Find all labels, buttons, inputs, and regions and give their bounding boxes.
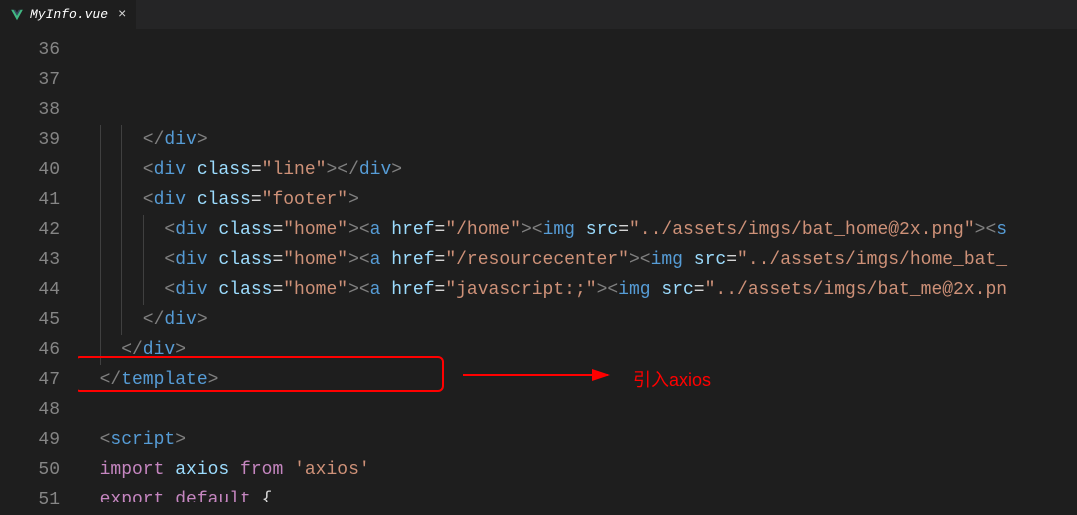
- line-number: 45: [0, 305, 60, 335]
- line-number: 48: [0, 395, 60, 425]
- vue-icon: [10, 8, 24, 22]
- annotation-label: 引入axios: [633, 366, 711, 392]
- code-line[interactable]: export default {: [78, 485, 1077, 502]
- code-area[interactable]: 引入axios </div><div class="line"></div><d…: [78, 30, 1077, 502]
- line-number: 36: [0, 35, 60, 65]
- line-number: 40: [0, 155, 60, 185]
- tab-myinfo[interactable]: MyInfo.vue ×: [0, 0, 137, 29]
- line-number: 46: [0, 335, 60, 365]
- close-icon[interactable]: ×: [118, 7, 126, 23]
- line-number: 49: [0, 425, 60, 455]
- code-line[interactable]: <div class="line"></div>: [78, 155, 1077, 185]
- code-line[interactable]: <div class="home"><a href="/resourcecent…: [78, 245, 1077, 275]
- code-editor[interactable]: 36373839404142434445464748495051 引入axios…: [0, 30, 1077, 502]
- line-number: 43: [0, 245, 60, 275]
- tab-bar: MyInfo.vue ×: [0, 0, 1077, 30]
- line-number: 47: [0, 365, 60, 395]
- line-number: 51: [0, 485, 60, 515]
- code-line[interactable]: <div class="footer">: [78, 185, 1077, 215]
- code-line[interactable]: <div class="home"><a href="javascript:;"…: [78, 275, 1077, 305]
- tab-label: MyInfo.vue: [30, 7, 108, 22]
- code-line[interactable]: </template>: [78, 365, 1077, 395]
- line-number: 38: [0, 95, 60, 125]
- code-line[interactable]: <div class="home"><a href="/home"><img s…: [78, 215, 1077, 245]
- code-line[interactable]: import axios from 'axios': [78, 455, 1077, 485]
- line-number: 50: [0, 455, 60, 485]
- gutter: 36373839404142434445464748495051: [0, 30, 78, 502]
- code-line[interactable]: <script>: [78, 425, 1077, 455]
- code-line[interactable]: </div>: [78, 125, 1077, 155]
- line-number: 41: [0, 185, 60, 215]
- line-number: 42: [0, 215, 60, 245]
- code-line[interactable]: [78, 395, 1077, 425]
- line-number: 44: [0, 275, 60, 305]
- code-line[interactable]: </div>: [78, 305, 1077, 335]
- code-line[interactable]: </div>: [78, 335, 1077, 365]
- line-number: 39: [0, 125, 60, 155]
- line-number: 37: [0, 65, 60, 95]
